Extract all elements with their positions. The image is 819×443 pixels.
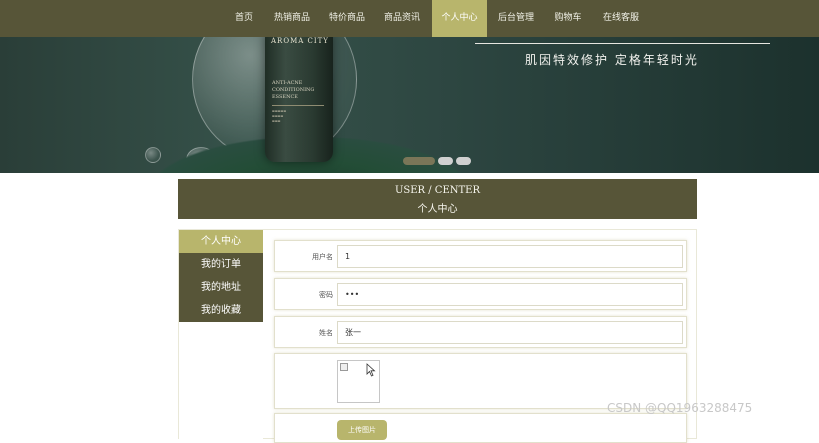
watermark: CSDN @QQ1963288475 [607, 401, 753, 415]
bottle-brand: AROMA CITY [271, 37, 329, 45]
nav-special-products[interactable]: 特价商品 [323, 0, 371, 37]
form-row-password: 密码 ••• [274, 278, 687, 310]
nav-hot-products[interactable]: 热销商品 [268, 0, 316, 37]
mouse-cursor-icon [366, 363, 376, 377]
name-label: 姓名 [319, 329, 333, 337]
username-input[interactable]: 1 [337, 245, 683, 268]
password-label: 密码 [319, 291, 333, 299]
sidebar-item-my-orders[interactable]: 我的订单 [179, 253, 263, 276]
slide-dot-1[interactable] [403, 157, 435, 165]
form-row-username: 用户名 1 [274, 240, 687, 272]
section-title-cn: 个人中心 [417, 204, 458, 215]
nav-home[interactable]: 首页 [228, 0, 260, 37]
slide-dot-2[interactable] [438, 157, 453, 165]
upload-image-button[interactable]: 上传图片 [337, 420, 387, 440]
bottle-product-name: ANTI-ACNE CONDITIONING ESSENCE [272, 80, 315, 100]
banner-divider [475, 43, 770, 44]
nav-user-center[interactable]: 个人中心 [432, 0, 487, 37]
password-input[interactable]: ••• [337, 283, 683, 306]
nav-admin[interactable]: 后台管理 [492, 0, 540, 37]
section-header: USER / CENTER 个人中心 [178, 179, 697, 219]
sidebar-item-my-favorites[interactable]: 我的收藏 [179, 299, 263, 322]
form-row-name: 姓名 张一 [274, 316, 687, 348]
broken-image-icon [340, 363, 348, 371]
nav-cart[interactable]: 购物车 [548, 0, 588, 37]
nav-online-service[interactable]: 在线客服 [597, 0, 645, 37]
sidebar-item-user-center[interactable]: 个人中心 [179, 230, 263, 253]
avatar-preview [337, 360, 380, 403]
product-bottle: AROMA CITY ANTI-ACNE CONDITIONING ESSENC… [265, 37, 333, 162]
sidebar-menu: 个人中心 我的订单 我的地址 我的收藏 [179, 230, 263, 439]
form-row-upload: 上传图片 [274, 413, 687, 443]
hero-banner[interactable]: AROMA CITY ANTI-ACNE CONDITIONING ESSENC… [0, 37, 819, 173]
name-input[interactable]: 张一 [337, 321, 683, 344]
section-title-en: USER / CENTER [394, 185, 481, 196]
username-label: 用户名 [312, 253, 333, 261]
banner-slogan: 肌因特效修护 定格年轻时光 [525, 53, 699, 67]
sidebar-item-my-address[interactable]: 我的地址 [179, 276, 263, 299]
slide-dot-3[interactable] [456, 157, 471, 165]
bottle-rule [272, 105, 324, 106]
bottle-fine-print: ▬▬▬▬▬ ▬▬▬▬ ▬▬▬ [272, 109, 287, 123]
top-navbar: 首页 热销商品 特价商品 商品资讯 个人中心 后台管理 购物车 在线客服 [0, 0, 819, 37]
nav-product-news[interactable]: 商品资讯 [378, 0, 426, 37]
